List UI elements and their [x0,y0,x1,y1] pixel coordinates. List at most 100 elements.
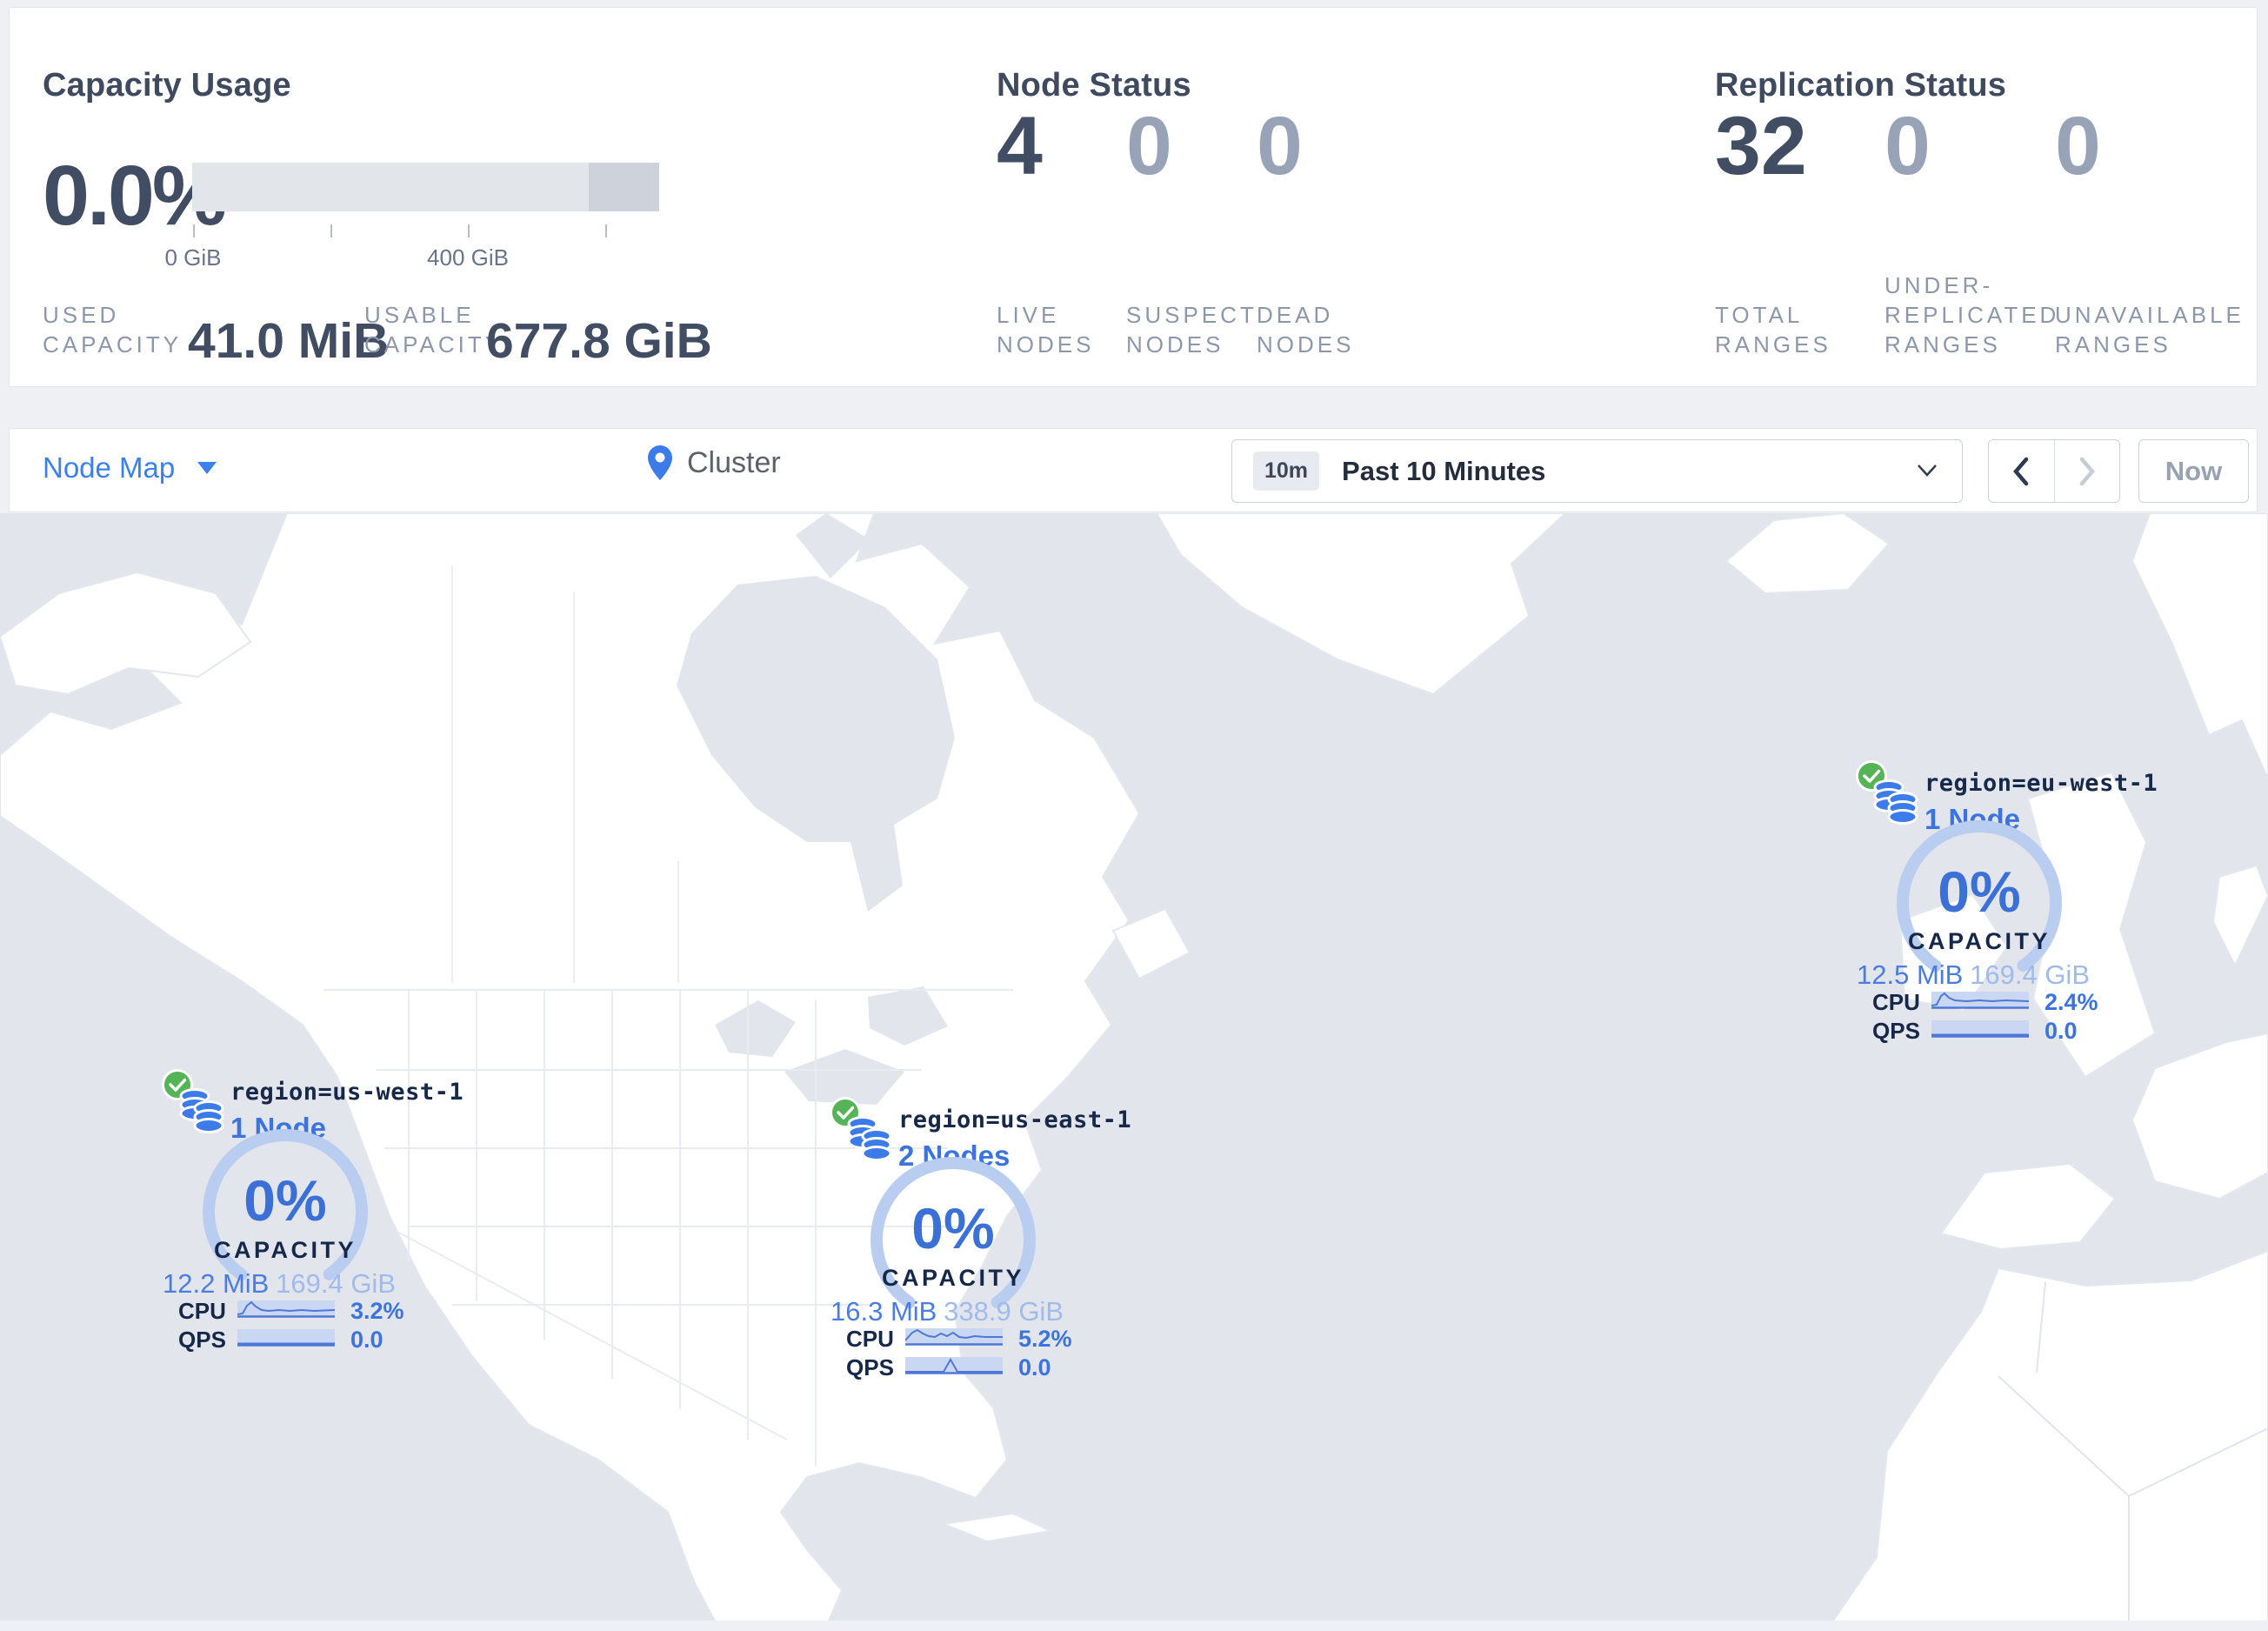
region-name: region=us-west-1 [230,1079,464,1106]
used-capacity: 12.5 MiB [1857,959,1964,990]
cluster-summary-panel: Capacity Usage 0.0% 0 GiB 400 GiB USED C… [9,7,2258,387]
qps-sparkline [1931,1020,2029,1038]
label-line: RANGES [1884,331,2001,358]
label-line: NODES [1126,331,1224,358]
replication-status-title: Replication Status [1715,66,2007,104]
label-line: NODES [1257,331,1355,358]
qps-value: 0.0 [350,1327,384,1353]
usable-capacity: 169.4 GiB [1970,959,2090,990]
caret-down-icon [197,462,217,474]
capacity-bar-reserved-segment [589,163,659,211]
capacity-gauge-percent: 0% [243,1168,327,1233]
total-ranges-label: TOTAL RANGES [1715,267,1831,359]
label-line: CAPACITY [43,331,183,358]
node-map[interactable]: region=us-west-1 1 Node 0% CAPACITY 12.2… [0,513,2268,1631]
axis-tick [605,224,607,237]
label-line: RANGES [1715,331,1831,358]
under-replicated-ranges-count: 0 [1884,100,1931,192]
capacity-values: 12.2 MiB 169.4 GiB [163,1268,396,1300]
unavailable-ranges-label: UNAVAILABLE RANGES [2055,267,2245,359]
usable-capacity-label: USABLE CAPACITY [364,267,504,359]
label-line: CAPACITY [364,331,504,358]
capacity-gauge-label: CAPACITY [1907,928,2051,954]
cpu-metric-row: CPU 2.4% [1872,989,2098,1015]
cpu-value: 3.2% [350,1298,404,1324]
label-line: USABLE [364,302,475,328]
breadcrumb[interactable]: Cluster [647,445,781,481]
region-marker-eu-west-1[interactable]: region=eu-west-1 1 Node 0% CAPACITY 12.5… [1838,759,2158,1051]
cpu-metric-row: CPU 5.2% [846,1326,1072,1352]
map-pin-icon [648,445,672,480]
cluster-overview-page: Capacity Usage 0.0% 0 GiB 400 GiB USED C… [0,0,2268,1631]
chevron-right-icon [2079,457,2095,485]
live-nodes-label: LIVE NODES [997,267,1094,359]
capacity-gauge-percent: 0% [1938,859,2021,924]
qps-value: 0.0 [1018,1354,1051,1380]
qps-label: QPS [178,1327,226,1353]
usable-capacity-value: 677.8 GiB [486,313,712,369]
qps-sparkline [237,1329,335,1347]
capacity-gauge-label: CAPACITY [213,1237,357,1263]
view-selector-dropdown[interactable]: Node Map [43,451,217,485]
label-line: DEAD [1257,302,1334,328]
region-marker-us-east-1[interactable]: region=us-east-1 2 Nodes 0% CAPACITY 16.… [811,1096,1131,1387]
time-forward-button[interactable] [2053,440,2120,502]
qps-metric-row: QPS 0.0 [1872,1018,2090,1044]
capacity-gauge-percent: 0% [911,1196,995,1260]
under-replicated-ranges-label: UNDER- REPLICATED RANGES [1884,267,2059,359]
cpu-sparkline [237,1300,335,1318]
capacity-usage-title: Capacity Usage [43,66,291,104]
capacity-values: 12.5 MiB 169.4 GiB [1857,959,2090,991]
label-line: SUSPECT [1126,302,1257,328]
cpu-value: 5.2% [1018,1326,1072,1352]
used-capacity: 16.3 MiB [830,1296,937,1327]
label-line: USED [43,302,120,328]
axis-tick [330,224,332,237]
cpu-label: CPU [846,1326,894,1352]
capacity-gauge-label: CAPACITY [881,1265,1024,1291]
qps-sparkline [905,1357,1003,1374]
map-toolbar: Node Map Cluster 10m Past 10 Minutes Now [9,428,2258,512]
axis-tick [193,224,195,237]
cpu-metric-row: CPU 3.2% [178,1298,404,1324]
time-back-button[interactable] [1989,440,2054,502]
time-range-label: Past 10 Minutes [1342,455,1546,486]
time-range-dropdown[interactable]: 10m Past 10 Minutes [1231,439,1963,503]
cpu-sparkline [1931,992,2029,1009]
cpu-value: 2.4% [2045,989,2098,1015]
cpu-sparkline [905,1328,1003,1346]
dead-nodes-count: 0 [1257,100,1303,192]
axis-tick [468,224,470,237]
qps-value: 0.0 [2045,1018,2078,1044]
time-pager [1988,439,2120,503]
unavailable-ranges-count: 0 [2055,100,2101,192]
chevron-down-icon [1918,465,1937,477]
qps-metric-row: QPS 0.0 [178,1327,396,1353]
region-name: region=us-east-1 [898,1106,1132,1133]
label-line: UNAVAILABLE [2055,302,2245,328]
qps-label: QPS [846,1354,894,1380]
total-ranges-count: 32 [1715,100,1807,192]
used-capacity: 12.2 MiB [163,1268,270,1299]
view-selector-label: Node Map [43,451,176,484]
usable-capacity: 338.9 GiB [944,1296,1064,1327]
time-range-badge: 10m [1253,451,1320,491]
used-capacity-value: 41.0 MiB [188,313,390,369]
breadcrumb-label: Cluster [687,445,781,479]
label-line: REPLICATED [1884,302,2060,328]
usable-capacity: 169.4 GiB [276,1268,396,1299]
now-button-label: Now [2165,455,2223,486]
dead-nodes-label: DEAD NODES [1257,267,1354,359]
used-capacity-label: USED CAPACITY [43,267,182,359]
now-button[interactable]: Now [2138,439,2249,503]
suspect-nodes-count: 0 [1126,100,1172,192]
capacity-bar [192,163,659,211]
qps-label: QPS [1872,1018,1920,1044]
region-marker-us-west-1[interactable]: region=us-west-1 1 Node 0% CAPACITY 12.2… [143,1068,464,1360]
label-line: TOTAL [1715,302,1804,328]
cpu-label: CPU [1872,989,1920,1015]
capacity-values: 16.3 MiB 338.9 GiB [830,1296,1064,1327]
label-line: UNDER- [1884,272,1994,298]
region-name: region=eu-west-1 [1924,770,2158,797]
suspect-nodes-label: SUSPECT NODES [1126,267,1257,359]
